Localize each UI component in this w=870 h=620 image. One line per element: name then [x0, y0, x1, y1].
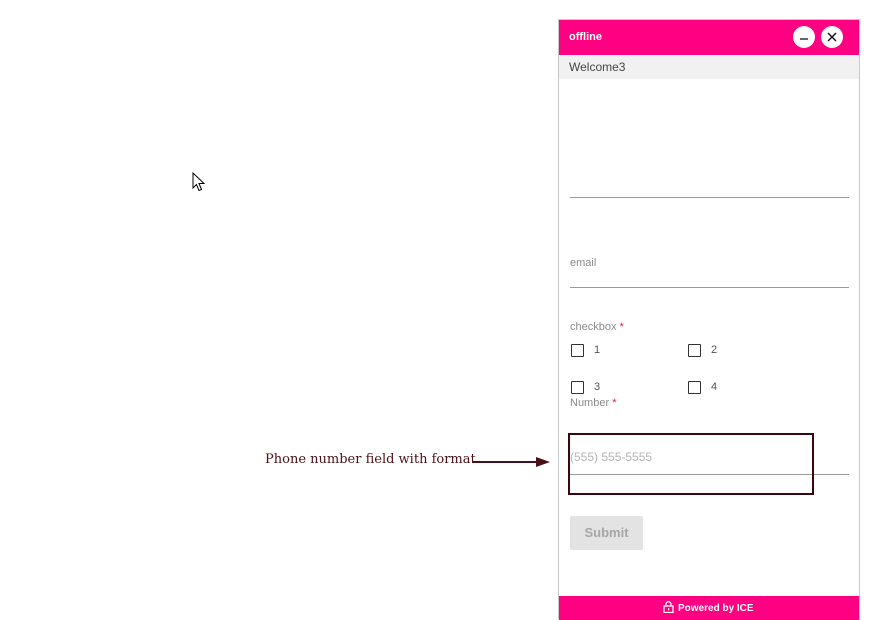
phone-number-input[interactable]: [570, 447, 849, 467]
checkbox-2[interactable]: [688, 344, 701, 357]
checkbox-1[interactable]: [571, 344, 584, 357]
checkbox-group-label: checkbox *: [570, 321, 624, 333]
minimize-icon: [800, 38, 808, 40]
welcome-bar: Welcome3: [559, 55, 859, 79]
welcome-text: Welcome3: [569, 60, 626, 74]
annotation-label: Phone number field with format: [265, 452, 476, 467]
phone-number-underline: [570, 474, 849, 475]
submit-button[interactable]: Submit: [570, 516, 643, 550]
chat-widget: offline Welcome3 email checkbox * 1 2 3 …: [558, 19, 860, 620]
checkbox-3[interactable]: [571, 381, 584, 394]
close-button[interactable]: [821, 26, 843, 48]
widget-footer: Powered by ICE: [559, 596, 859, 620]
number-label: Number *: [570, 397, 617, 409]
minimize-button[interactable]: [793, 26, 815, 48]
required-mark: *: [619, 321, 624, 333]
mouse-cursor-icon: [192, 172, 206, 192]
email-label: email: [570, 257, 597, 269]
required-mark: *: [612, 397, 617, 409]
widget-header: offline: [559, 20, 859, 55]
checkbox-4-label: 4: [711, 381, 718, 393]
powered-by-text: Powered by ICE: [678, 603, 754, 614]
status-title: offline: [569, 31, 602, 43]
message-field[interactable]: [570, 197, 849, 198]
checkbox-2-label: 2: [711, 344, 718, 356]
checkbox-3-label: 3: [594, 381, 601, 393]
annotation-arrow-icon: [472, 457, 550, 467]
lock-icon: [663, 601, 674, 614]
close-icon: [827, 32, 837, 42]
email-field[interactable]: [570, 287, 849, 288]
checkbox-4[interactable]: [688, 381, 701, 394]
checkbox-1-label: 1: [594, 344, 601, 356]
